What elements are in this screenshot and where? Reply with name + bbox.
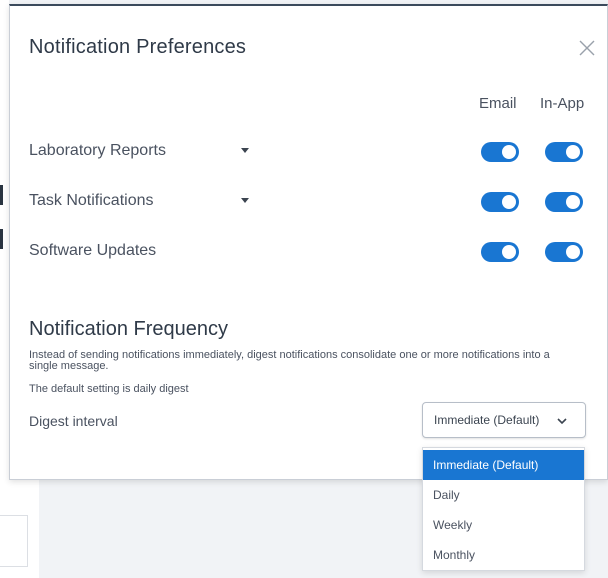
- section-title-notification-frequency: Notification Frequency: [29, 318, 228, 340]
- in-app-toggle[interactable]: [545, 242, 583, 262]
- notification-preferences-modal: Notification Preferences Email In-App La…: [9, 4, 608, 480]
- menu-item-daily[interactable]: Daily: [423, 480, 584, 510]
- select-value: Immediate (Default): [434, 413, 540, 427]
- expand-caret[interactable]: [239, 144, 251, 156]
- preference-row-software-updates: Software Updates: [29, 238, 599, 266]
- background-marker: [0, 185, 3, 205]
- digest-interval-label: Digest interval: [29, 413, 118, 429]
- in-app-toggle[interactable]: [545, 142, 583, 162]
- digest-interval-menu: Immediate (Default) Daily Weekly Monthly: [422, 447, 585, 571]
- caret-down-icon: [241, 198, 249, 203]
- preference-row-task-notifications: Task Notifications: [29, 188, 599, 216]
- frequency-default-note: The default setting is daily digest: [29, 383, 189, 395]
- preference-label: Laboratory Reports: [29, 142, 166, 159]
- expand-caret[interactable]: [239, 194, 251, 206]
- toggle-knob: [566, 245, 580, 259]
- menu-item-weekly[interactable]: Weekly: [423, 510, 584, 540]
- preference-row-laboratory-reports: Laboratory Reports: [29, 138, 599, 166]
- toggle-knob: [566, 195, 580, 209]
- menu-item-monthly[interactable]: Monthly: [423, 540, 584, 570]
- column-header-in-app: In-App: [540, 95, 585, 112]
- toggle-knob: [566, 145, 580, 159]
- chevron-down-icon: [556, 415, 568, 427]
- in-app-toggle[interactable]: [545, 192, 583, 212]
- email-toggle[interactable]: [481, 192, 519, 212]
- toggle-knob: [502, 245, 516, 259]
- toggle-knob: [502, 195, 516, 209]
- toggle-knob: [502, 145, 516, 159]
- email-toggle[interactable]: [481, 142, 519, 162]
- close-icon: [579, 40, 595, 56]
- menu-item-immediate[interactable]: Immediate (Default): [423, 450, 584, 480]
- email-toggle[interactable]: [481, 242, 519, 262]
- frequency-description: Instead of sending notifications immedia…: [29, 349, 550, 372]
- background-marker: [0, 229, 3, 249]
- caret-down-icon: [241, 148, 249, 153]
- digest-interval-select[interactable]: Immediate (Default): [422, 402, 586, 438]
- preference-label: Software Updates: [29, 242, 157, 259]
- column-header-email: Email: [479, 95, 517, 112]
- background-card: [0, 515, 28, 567]
- close-button[interactable]: [576, 37, 598, 59]
- modal-title: Notification Preferences: [29, 36, 247, 58]
- preference-label: Task Notifications: [29, 192, 154, 209]
- background-page: [0, 0, 9, 578]
